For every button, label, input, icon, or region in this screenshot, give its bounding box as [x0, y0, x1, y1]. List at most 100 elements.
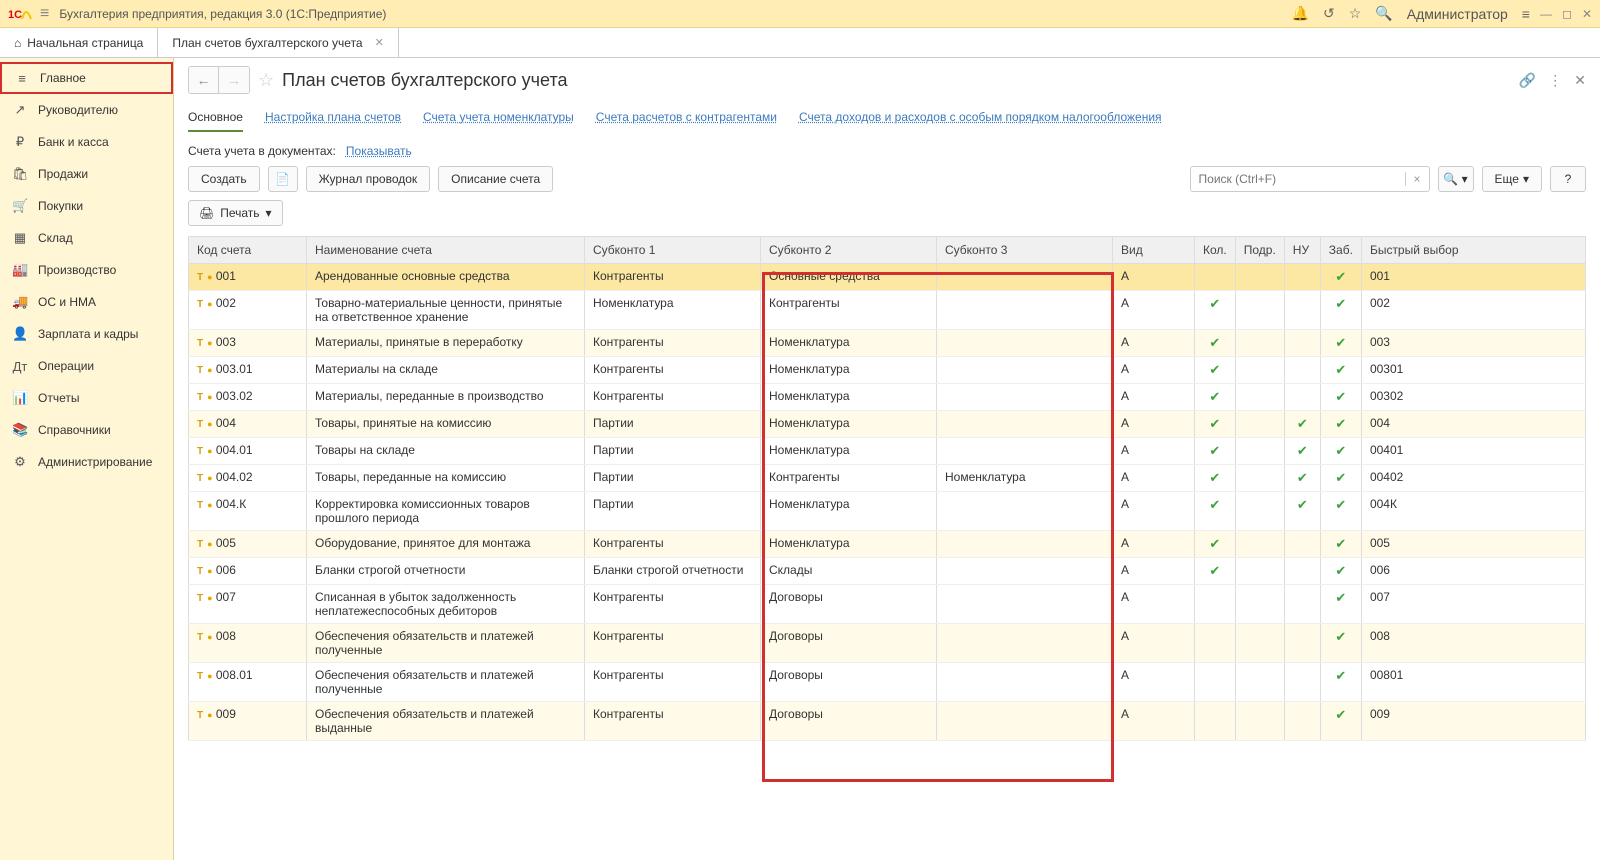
subtab-0[interactable]: Основное: [188, 110, 243, 132]
main-menu-icon[interactable]: ≡: [40, 5, 49, 23]
col-header-2[interactable]: Субконто 1: [585, 237, 761, 264]
sidebar-item-7[interactable]: 🚚ОС и НМА: [0, 286, 173, 318]
sidebar-item-label: Зарплата и кадры: [38, 327, 138, 341]
sidebar-item-8[interactable]: 👤Зарплата и кадры: [0, 318, 173, 350]
sidebar-item-10[interactable]: 📊 Отчеты: [0, 382, 173, 414]
create-button[interactable]: Создать: [188, 166, 260, 192]
sidebar-item-11[interactable]: 📚Справочники: [0, 414, 173, 446]
sidebar-item-4[interactable]: 🛒 Покупки: [0, 190, 173, 222]
info-link[interactable]: Показывать: [346, 144, 412, 158]
table-row[interactable]: Т● 004.ККорректировка комиссионных товар…: [189, 492, 1586, 531]
svg-text:1С: 1С: [8, 9, 22, 21]
sidebar-item-label: Руководителю: [38, 103, 118, 117]
table-row[interactable]: Т● 007Списанная в убыток задолженность н…: [189, 585, 1586, 624]
table-row[interactable]: Т● 003.01Материалы на складеКонтрагентыН…: [189, 357, 1586, 384]
sidebar-item-label: Отчеты: [38, 391, 79, 405]
tab-current[interactable]: План счетов бухгалтерского учета ✕: [158, 28, 398, 57]
subtab-2[interactable]: Счета учета номенклатуры: [423, 110, 574, 132]
col-header-7[interactable]: Подр.: [1235, 237, 1284, 264]
tab-home-label: Начальная страница: [27, 36, 143, 50]
sidebar-icon: 🛒: [12, 198, 28, 214]
minimize-icon[interactable]: —: [1540, 7, 1552, 21]
sidebar-item-label: Склад: [38, 231, 73, 245]
table-row[interactable]: Т● 003.02Материалы, переданные в произво…: [189, 384, 1586, 411]
search-input[interactable]: [1191, 172, 1405, 186]
sidebar-item-5[interactable]: ▦Склад: [0, 222, 173, 254]
history-icon[interactable]: ↺: [1323, 5, 1335, 22]
sidebar-item-label: Покупки: [38, 199, 83, 213]
col-header-8[interactable]: НУ: [1284, 237, 1320, 264]
titlebar: 1С ≡ Бухгалтерия предприятия, редакция 3…: [0, 0, 1600, 28]
table-row[interactable]: Т● 004.02Товары, переданные на комиссиюП…: [189, 465, 1586, 492]
table-row[interactable]: Т● 004.01Товары на складеПартииНоменклат…: [189, 438, 1586, 465]
sidebar-item-label: Банк и касса: [38, 135, 109, 149]
col-header-9[interactable]: Заб.: [1320, 237, 1361, 264]
sidebar-item-9[interactable]: Дт Операции: [0, 350, 173, 382]
subtab-3[interactable]: Счета расчетов с контрагентами: [596, 110, 777, 132]
maximize-icon[interactable]: ◻: [1562, 7, 1572, 21]
more-button[interactable]: Еще ▾: [1482, 166, 1542, 192]
col-header-6[interactable]: Кол.: [1195, 237, 1236, 264]
settings-lines-icon[interactable]: ≡: [1522, 6, 1530, 22]
create-folder-button[interactable]: 📄: [268, 166, 298, 192]
sidebar-icon: 🛍: [12, 166, 28, 182]
col-header-1[interactable]: Наименование счета: [307, 237, 585, 264]
col-header-5[interactable]: Вид: [1113, 237, 1195, 264]
accounts-table: Код счетаНаименование счетаСубконто 1Суб…: [188, 236, 1586, 741]
describe-button[interactable]: Описание счета: [438, 166, 553, 192]
sidebar-icon: 📊: [12, 390, 28, 406]
info-label: Счета учета в документах:: [188, 144, 336, 158]
link-icon[interactable]: 🔗: [1519, 72, 1536, 89]
subtab-1[interactable]: Настройка плана счетов: [265, 110, 401, 132]
table-row[interactable]: Т● 001Арендованные основные средстваКонт…: [189, 264, 1586, 291]
accounts-table-wrap[interactable]: Код счетаНаименование счетаСубконто 1Суб…: [174, 236, 1600, 860]
search-button[interactable]: 🔍 ▾: [1438, 166, 1474, 192]
search-box[interactable]: ×: [1190, 166, 1430, 192]
user-label[interactable]: Администратор: [1407, 6, 1508, 22]
content: ← → ☆ План счетов бухгалтерского учета 🔗…: [174, 58, 1600, 860]
bell-icon[interactable]: 🔔: [1292, 5, 1309, 22]
sidebar-item-label: Справочники: [38, 423, 111, 437]
nav-back-button[interactable]: ←: [189, 67, 219, 93]
col-header-4[interactable]: Субконто 3: [937, 237, 1113, 264]
sidebar-item-label: ОС и НМА: [38, 295, 96, 309]
sidebar-item-label: Операции: [38, 359, 94, 373]
table-row[interactable]: Т● 008.01Обеспечения обязательств и плат…: [189, 663, 1586, 702]
star-icon[interactable]: ☆: [1349, 5, 1362, 22]
table-row[interactable]: Т● 002Товарно-материальные ценности, при…: [189, 291, 1586, 330]
sidebar-icon: Дт: [12, 359, 28, 374]
table-row[interactable]: Т● 008Обеспечения обязательств и платеже…: [189, 624, 1586, 663]
sidebar-item-label: Главное: [40, 71, 86, 85]
sidebar-icon: ↗: [12, 102, 28, 118]
kebab-icon[interactable]: ⋮: [1548, 72, 1562, 89]
sidebar-icon: 🏭: [12, 262, 28, 278]
col-header-3[interactable]: Субконто 2: [761, 237, 937, 264]
col-header-0[interactable]: Код счета: [189, 237, 307, 264]
favorite-star-icon[interactable]: ☆: [258, 70, 274, 91]
close-window-icon[interactable]: ✕: [1582, 7, 1592, 21]
sidebar-item-2[interactable]: ₽Банк и касса: [0, 126, 173, 158]
search-clear-icon[interactable]: ×: [1405, 172, 1429, 186]
sidebar-item-0[interactable]: ≡Главное: [0, 62, 173, 94]
nav-forward-button[interactable]: →: [219, 67, 249, 93]
journal-button[interactable]: Журнал проводок: [306, 166, 431, 192]
close-tab-icon[interactable]: ✕: [375, 36, 384, 49]
sidebar-item-12[interactable]: ⚙Администрирование: [0, 446, 173, 478]
subtabs: Основное Настройка плана счетов Счета учет…: [174, 100, 1600, 132]
subtab-4[interactable]: Счета доходов и расходов с особым порядк…: [799, 110, 1162, 132]
sidebar-item-6[interactable]: 🏭Производство: [0, 254, 173, 286]
table-row[interactable]: Т● 005Оборудование, принятое для монтажа…: [189, 531, 1586, 558]
table-row[interactable]: Т● 006Бланки строгой отчетностиБланки ст…: [189, 558, 1586, 585]
tab-home[interactable]: ⌂ Начальная страница: [0, 28, 158, 57]
table-row[interactable]: Т● 003Материалы, принятые в переработкуК…: [189, 330, 1586, 357]
table-row[interactable]: Т● 009Обеспечения обязательств и платеже…: [189, 702, 1586, 741]
print-button[interactable]: 🖨 Печать ▾: [188, 200, 283, 226]
help-button[interactable]: ?: [1550, 166, 1586, 192]
close-panel-icon[interactable]: ✕: [1574, 72, 1586, 89]
table-row[interactable]: Т● 004Товары, принятые на комиссиюПартии…: [189, 411, 1586, 438]
search-icon[interactable]: 🔍: [1375, 5, 1392, 22]
titlebar-right: 🔔 ↺ ☆ 🔍 Администратор ≡: [1292, 5, 1530, 22]
sidebar-item-3[interactable]: 🛍Продажи: [0, 158, 173, 190]
sidebar-item-1[interactable]: ↗ Руководителю: [0, 94, 173, 126]
col-header-10[interactable]: Быстрый выбор: [1361, 237, 1585, 264]
